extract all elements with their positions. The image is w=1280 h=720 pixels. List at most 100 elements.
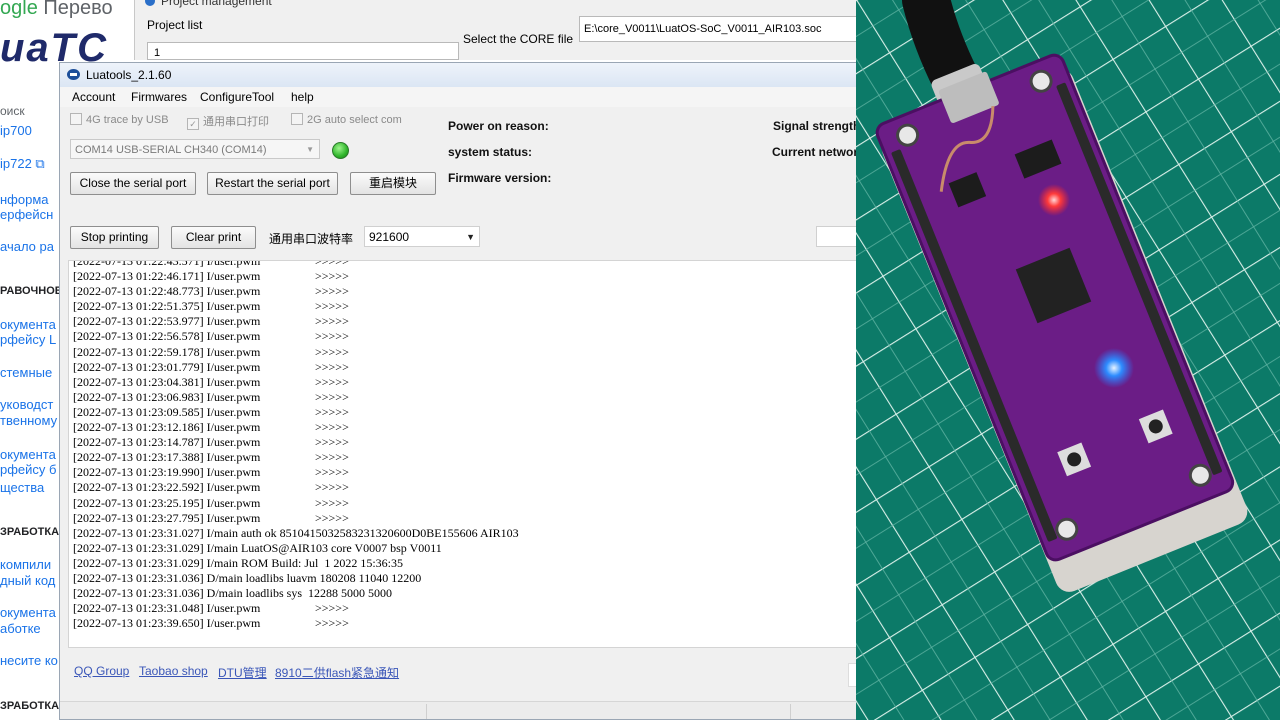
log-timestamp: [2022-07-13 01:22:59.178] [73, 344, 204, 359]
log-line: [2022-07-13 01:22:46.171] I/user.pwm >>>>… [73, 269, 519, 284]
log-line: [2022-07-13 01:23:31.027] I/main auth ok… [73, 526, 519, 541]
log-list: [2022-07-13 01:22:43.571] I/user.pwm >>>>… [73, 260, 519, 631]
title-bar[interactable]: Luatools_2.1.60 [60, 63, 856, 88]
log-line: [2022-07-13 01:23:19.990] I/user.pwm >>>>… [73, 465, 519, 480]
log-message: I/main LuatOS@AIR103 core V0007 bsp V001… [203, 540, 442, 555]
log-message: I/user.pwm [203, 314, 261, 329]
log-timestamp: [2022-07-13 01:22:43.571] [73, 260, 204, 268]
sidebar-item[interactable]: стемные [0, 365, 52, 381]
project-management-window: Project management Project list 1 Select… [134, 0, 863, 60]
menu-account[interactable]: Account [72, 90, 115, 104]
log-arrows: >>>>> [315, 329, 349, 344]
status-divider [426, 704, 427, 719]
sidebar-item[interactable]: ерфейсн [0, 207, 53, 223]
menu-bar: Account Firmwares ConfigureTool help [60, 87, 856, 107]
sidebar-item[interactable]: ip722 ⧉ [0, 156, 45, 172]
flash-urgent-notice-link[interactable]: 8910二供flash紧急通知 [275, 664, 399, 681]
log-timestamp: [2022-07-13 01:22:53.977] [73, 314, 204, 329]
app-icon [145, 0, 155, 6]
checkbox-4g-trace[interactable]: 4G trace by USB [70, 113, 169, 126]
com-port-select[interactable]: COM14 USB-SERIAL CH340 (COM14) ▼ [70, 139, 320, 159]
connection-status-led-icon [332, 142, 349, 159]
sidebar-item[interactable]: нформа [0, 192, 49, 208]
menu-firmwares[interactable]: Firmwares [131, 90, 187, 104]
sidebar-item[interactable]: дный код [0, 573, 55, 589]
log-arrows: >>>>> [315, 450, 349, 465]
core-file-field[interactable]: E:\core_V0011\LuatOS-SoC_V0011_AIR103.so… [579, 16, 863, 42]
sidebar-item[interactable]: твенному [0, 413, 57, 429]
log-line: [2022-07-13 01:23:25.195] I/user.pwm >>>>… [73, 496, 519, 511]
sidebar-item: РАВОЧНОЕ [0, 285, 63, 297]
log-line: [2022-07-13 01:23:14.787] I/user.pwm >>>>… [73, 435, 519, 450]
clear-print-button[interactable]: Clear print [171, 226, 256, 249]
sidebar-item[interactable]: рфейсу б [0, 462, 56, 478]
status-bar [60, 701, 856, 719]
project-window-title: Project management [145, 0, 272, 8]
log-timestamp: [2022-07-13 01:23:22.592] [73, 480, 204, 495]
checkbox-2g-auto-select[interactable]: 2G auto select com [291, 113, 402, 126]
footer-links: QQ Group Taobao shop DTU管理 8910二供flash紧急… [60, 661, 856, 681]
log-message: I/user.pwm [203, 299, 261, 314]
log-arrows: >>>>> [315, 269, 349, 284]
log-timestamp: [2022-07-13 01:23:06.983] [73, 389, 204, 404]
log-arrows: >>>>> [315, 344, 349, 359]
sidebar-item[interactable]: окумента [0, 605, 56, 621]
sidebar-item[interactable]: рфейсу L [0, 332, 56, 348]
qq-group-link[interactable]: QQ Group [74, 664, 129, 678]
log-line: [2022-07-13 01:22:48.773] I/user.pwm >>>>… [73, 284, 519, 299]
log-arrows: >>>>> [315, 284, 349, 299]
sidebar-item[interactable]: окумента [0, 317, 56, 333]
menu-help[interactable]: help [291, 90, 314, 104]
log-arrows: >>>>> [315, 404, 349, 419]
log-timestamp: [2022-07-13 01:23:31.036] [73, 570, 204, 585]
log-line: [2022-07-13 01:22:51.375] I/user.pwm >>>>… [73, 299, 519, 314]
core-file-label: Select the CORE file [463, 32, 574, 46]
log-arrows: >>>>> [315, 299, 349, 314]
log-timestamp: [2022-07-13 01:23:01.779] [73, 359, 204, 374]
log-message: I/user.pwm [203, 329, 261, 344]
stop-printing-button[interactable]: Stop printing [70, 226, 159, 249]
sidebar-item[interactable]: щества [0, 480, 44, 496]
sidebar-item[interactable]: окумента [0, 447, 56, 463]
log-arrows: >>>>> [315, 260, 349, 268]
log-message: I/user.pwm [203, 435, 261, 450]
log-timestamp: [2022-07-13 01:23:14.787] [73, 435, 204, 450]
log-message: I/main ROM Build: Jul 1 2022 15:36:35 [203, 555, 403, 570]
log-message: I/user.pwm [203, 374, 261, 389]
log-message: I/user.pwm [203, 420, 261, 435]
log-arrows: >>>>> [315, 495, 349, 510]
log-arrows: >>>>> [315, 601, 349, 616]
taobao-shop-link[interactable]: Taobao shop [139, 664, 208, 678]
sidebar-item[interactable]: ачало ра [0, 239, 54, 255]
sidebar-item[interactable]: ip700 [0, 123, 32, 139]
restart-module-button[interactable]: 重启模块 [350, 172, 436, 195]
checkbox-box [70, 113, 82, 125]
sidebar-item[interactable]: компили [0, 557, 51, 573]
log-line: [2022-07-13 01:23:31.029] I/main ROM Bui… [73, 556, 519, 571]
log-timestamp: [2022-07-13 01:23:12.186] [73, 420, 204, 435]
project-list-field[interactable]: 1 [147, 42, 459, 60]
log-arrows: >>>>> [315, 374, 349, 389]
google-translate-logo: ogle Перево [0, 0, 113, 19]
auxiliary-input[interactable] [816, 226, 856, 247]
baud-rate-select[interactable]: 921600 ▼ [364, 226, 480, 247]
close-serial-port-button[interactable]: Close the serial port [70, 172, 196, 195]
serial-log-output[interactable]: [2022-07-13 01:22:43.571] I/user.pwm >>>>… [68, 260, 856, 648]
log-line: [2022-07-13 01:23:22.592] I/user.pwm >>>>… [73, 480, 519, 495]
log-line: [2022-07-13 01:23:27.795] I/user.pwm >>>>… [73, 511, 519, 526]
log-line: [2022-07-13 01:23:17.388] I/user.pwm >>>>… [73, 450, 519, 465]
checkbox-general-serial-print[interactable]: ✓ 通用串口打印 [187, 113, 269, 130]
menu-configure-tool[interactable]: ConfigureTool [200, 90, 274, 104]
sidebar-item[interactable]: несите ко [0, 653, 58, 669]
chevron-down-icon: ▼ [306, 145, 314, 154]
sidebar-item[interactable]: аботке [0, 621, 41, 637]
restart-serial-port-button[interactable]: Restart the serial port [207, 172, 338, 195]
log-timestamp: [2022-07-13 01:23:09.585] [73, 404, 204, 419]
log-timestamp: [2022-07-13 01:23:17.388] [73, 450, 204, 465]
power-on-reason-label: Power on reason: [448, 119, 549, 133]
system-status-label: system status: [448, 145, 533, 159]
log-message: I/user.pwm [203, 465, 261, 480]
sidebar-item[interactable]: уководст [0, 397, 53, 413]
log-timestamp: [2022-07-13 01:22:48.773] [73, 284, 204, 299]
dtu-management-link[interactable]: DTU管理 [218, 664, 267, 681]
